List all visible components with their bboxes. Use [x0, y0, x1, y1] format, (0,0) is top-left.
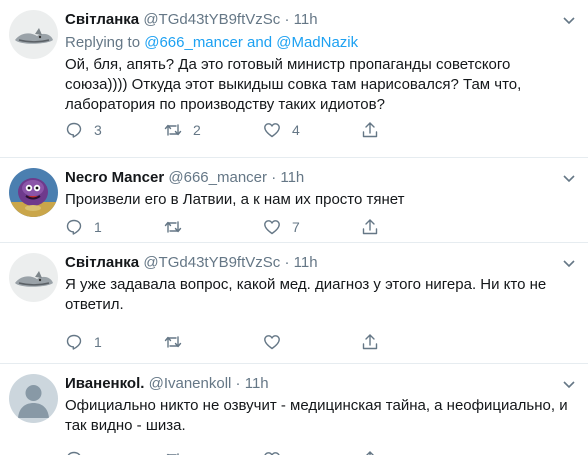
tweet-text-line: Официально никто не озвучит - медицинска…	[65, 397, 568, 414]
reply-button[interactable]: 1	[65, 333, 102, 351]
tweet-actions	[65, 450, 385, 455]
avatar[interactable]	[9, 374, 58, 423]
tweet-actions: 1 7	[65, 218, 385, 238]
tweet[interactable]: Світланка @TGd43tYB9ftVzSc · 11h Я уже з…	[0, 243, 588, 363]
timestamp[interactable]: 11h	[280, 169, 304, 186]
retweet-icon	[164, 124, 182, 136]
display-name[interactable]: Світланка	[65, 11, 139, 28]
tweet-text-line: Произвели его в Латвии, а к нам их прост…	[65, 191, 405, 208]
tweet-text: Ой, бля, апять? Да это готовый министр п…	[65, 55, 575, 115]
chevron-down-icon[interactable]	[562, 377, 576, 391]
replying-to-label: Replying to	[65, 34, 141, 51]
reply-button[interactable]: 1	[65, 218, 102, 236]
retweet-icon	[166, 453, 179, 455]
share-button[interactable]	[361, 333, 379, 351]
like-button[interactable]	[263, 333, 292, 351]
share-icon	[362, 122, 378, 138]
like-button[interactable]: 4	[263, 121, 300, 139]
retweet-button[interactable]: 2	[164, 121, 201, 139]
display-name[interactable]: Necro Mancer	[65, 169, 164, 186]
share-icon	[362, 334, 378, 350]
share-button[interactable]	[361, 450, 379, 455]
tweet-text-line: Ой, бля, апять? Да это готовый министр п…	[65, 56, 511, 73]
separator-dot: ·	[271, 169, 277, 186]
heart-icon	[264, 452, 280, 455]
tweet-text: Я уже задавала вопрос, какой мед. диагно…	[65, 275, 575, 315]
share-button[interactable]	[361, 121, 379, 139]
like-button[interactable]	[263, 450, 281, 455]
user-handle[interactable]: @666_mancer	[168, 169, 267, 186]
default-profile-avatar	[9, 374, 58, 423]
reply-button[interactable]: 3	[65, 121, 102, 139]
tweet-header: Світланка @TGd43tYB9ftVzSc · 11h	[65, 10, 318, 29]
heart-icon	[264, 220, 280, 235]
tweet-text-line: союза)))) Откуда этот выкидыш совка там …	[65, 76, 522, 93]
timestamp[interactable]: 11h	[294, 254, 318, 271]
avatar[interactable]	[9, 253, 58, 302]
retweet-button[interactable]	[164, 450, 182, 455]
tweet-text-line: Я уже задавала вопрос, какой мед. диагно…	[65, 276, 547, 293]
display-name[interactable]: Світланка	[65, 254, 139, 271]
mention-link[interactable]: @MadNazik	[276, 34, 358, 51]
monster-avatar	[9, 168, 58, 217]
retweet-button[interactable]	[164, 218, 193, 236]
tweet-header: Necro Mancer @666_mancer · 11h	[65, 168, 304, 187]
user-handle[interactable]: @Ivanenkoll	[149, 375, 232, 392]
separator-dot: ·	[284, 11, 290, 28]
reply-count: 1	[94, 219, 102, 235]
like-count: 7	[292, 219, 300, 235]
tweet-actions: 1	[65, 333, 385, 353]
share-icon	[366, 451, 374, 455]
tweet-actions: 3 2 4	[65, 121, 385, 141]
replying-to-and[interactable]: and	[247, 34, 272, 51]
share-icon	[362, 219, 378, 235]
cat-photo-avatar	[9, 253, 58, 302]
tweet-text-line: так видно - шиза.	[65, 417, 186, 434]
tweet-text: Произвели его в Латвии, а к нам их прост…	[65, 190, 575, 210]
display-name[interactable]: Иваненкоl.	[65, 375, 144, 392]
like-button[interactable]: 7	[263, 218, 300, 236]
timestamp[interactable]: 11h	[245, 375, 269, 392]
retweet-count: 2	[193, 122, 201, 138]
tweet-text-line: ответил.	[65, 296, 124, 313]
reply-icon	[66, 122, 82, 138]
reply-icon	[66, 334, 82, 350]
share-button[interactable]	[361, 218, 379, 236]
heart-icon	[264, 123, 280, 138]
reply-count: 1	[94, 334, 102, 350]
chevron-down-icon[interactable]	[562, 13, 576, 27]
reply-icon	[67, 451, 81, 455]
reply-button[interactable]	[65, 450, 83, 455]
separator-dot: ·	[284, 254, 290, 271]
reply-icon	[66, 219, 82, 235]
tweet[interactable]: Світланка @TGd43tYB9ftVzSc · 11h Replyin…	[0, 0, 588, 157]
timestamp[interactable]: 11h	[294, 11, 318, 28]
avatar[interactable]	[9, 168, 58, 217]
chevron-down-icon[interactable]	[562, 171, 576, 185]
separator-dot: ·	[235, 375, 241, 392]
tweet-header: Иваненкоl. @Ivanenkoll · 11h	[65, 374, 269, 393]
reply-count: 3	[94, 122, 102, 138]
like-count: 4	[292, 122, 300, 138]
user-handle[interactable]: @TGd43tYB9ftVzSc	[143, 11, 280, 28]
cat-photo-avatar	[9, 10, 58, 59]
retweet-icon	[164, 336, 182, 348]
tweet-text-line: лаборатория по производству таких идиото…	[65, 96, 385, 113]
mention-link[interactable]: @666_mancer	[144, 34, 243, 51]
chevron-down-icon[interactable]	[562, 256, 576, 270]
user-handle[interactable]: @TGd43tYB9ftVzSc	[143, 254, 280, 271]
tweet[interactable]: Necro Mancer @666_mancer · 11h Произвели…	[0, 158, 588, 242]
tweet-text: Официально никто не озвучит - медицинска…	[65, 396, 575, 436]
avatar[interactable]	[9, 10, 58, 59]
retweet-button[interactable]	[164, 333, 193, 351]
tweet-header: Світланка @TGd43tYB9ftVzSc · 11h	[65, 253, 318, 272]
replying-to: Replying to @666_mancer and @MadNazik	[65, 33, 358, 52]
tweet[interactable]: Иваненкоl. @Ivanenkoll · 11h Официально …	[0, 364, 588, 455]
retweet-icon	[164, 221, 182, 233]
heart-icon	[264, 335, 280, 350]
